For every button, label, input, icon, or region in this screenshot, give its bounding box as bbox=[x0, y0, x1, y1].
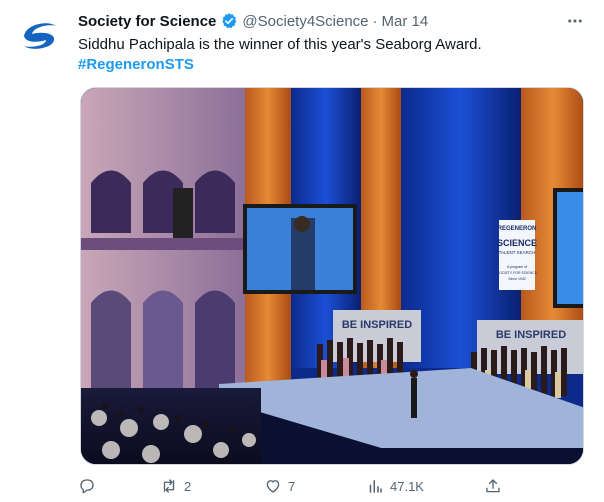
tweet[interactable]: Society for Science @Society4Science · M… bbox=[0, 0, 604, 502]
author-avatar[interactable] bbox=[16, 12, 64, 60]
tweet-actions: 2 7 47.1K bbox=[78, 474, 508, 498]
reply-icon bbox=[80, 479, 94, 494]
verified-badge-icon bbox=[220, 12, 238, 30]
hashtag-link[interactable]: #RegeneronSTS bbox=[78, 54, 194, 75]
views-button[interactable]: 47.1K bbox=[366, 474, 424, 498]
author-name[interactable]: Society for Science bbox=[78, 13, 216, 30]
reply-button[interactable] bbox=[78, 474, 102, 498]
retweet-count: 2 bbox=[184, 478, 192, 494]
tweet-text: Siddhu Pachipala is the winner of this y… bbox=[78, 36, 482, 53]
more-icon[interactable] bbox=[562, 8, 588, 34]
like-icon bbox=[266, 480, 280, 493]
banner-left-text: BE INSPIRED bbox=[342, 319, 412, 331]
retweet-icon bbox=[163, 479, 175, 493]
tweet-date[interactable]: Mar 14 bbox=[382, 13, 429, 30]
sign-top-text: REGENERON bbox=[498, 226, 537, 232]
separator-dot: · bbox=[372, 12, 378, 30]
like-button[interactable]: 7 bbox=[264, 474, 295, 498]
sign-sub-text: TALENT SEARCH bbox=[499, 250, 536, 255]
views-count: 47.1K bbox=[390, 478, 424, 494]
like-count: 7 bbox=[288, 478, 296, 494]
author-handle[interactable]: @Society4Science bbox=[242, 13, 368, 30]
sign-small3-text: Since 1942 bbox=[508, 277, 526, 281]
sign-small2-text: SOCIETY FOR SCIENCE bbox=[497, 271, 538, 275]
tweet-photo[interactable]: REGENERON SCIENCE TALENT SEARCH A progra… bbox=[80, 87, 584, 465]
share-icon bbox=[486, 479, 500, 493]
tweet-header: Society for Science @Society4Science · M… bbox=[78, 10, 588, 32]
event-hall-illustration: REGENERON SCIENCE TALENT SEARCH A progra… bbox=[81, 88, 583, 464]
views-icon bbox=[369, 480, 382, 493]
society-logo-icon bbox=[24, 23, 56, 49]
sign-small1-text: A program of bbox=[507, 265, 527, 269]
share-button[interactable] bbox=[484, 474, 502, 498]
retweet-button[interactable]: 2 bbox=[160, 474, 191, 498]
sign-mid-text: SCIENCE bbox=[497, 238, 537, 248]
banner-right-text: BE INSPIRED bbox=[496, 329, 566, 341]
